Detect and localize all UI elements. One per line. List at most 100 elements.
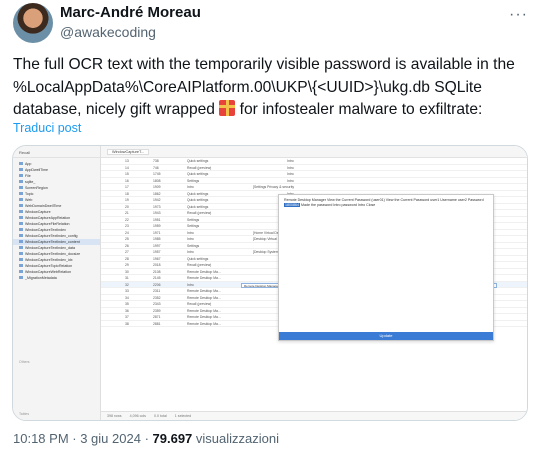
post-time[interactable]: 10:18 PM: [13, 431, 69, 446]
tab-windowcapture[interactable]: WindowCaptureT...: [107, 149, 150, 155]
table-icon: [19, 234, 23, 237]
table-cell: 26: [125, 243, 129, 248]
table-cell: 14: [125, 165, 129, 170]
table-cell: 2018: [153, 263, 161, 267]
popup-text: Remote Desktop Manager View the Current …: [284, 198, 484, 207]
table-icon: [19, 264, 23, 267]
table-icon: [19, 174, 23, 177]
main-tabs: WindowCaptureT...: [101, 146, 527, 158]
tweet-text: The full OCR text with the temporarily v…: [13, 54, 533, 122]
table-cell: 19: [125, 198, 129, 202]
table-cell: 33: [125, 289, 129, 293]
table-cell: 30: [125, 269, 129, 274]
table-cell: 2881: [153, 321, 161, 326]
translate-post-link[interactable]: Traduci post: [13, 121, 81, 135]
table-icon: [19, 228, 23, 231]
table-cell: 18: [125, 191, 129, 196]
table-cell: Quick settings: [187, 204, 209, 209]
table-cell: 2871: [153, 315, 161, 319]
table-cell: Recall (preview): [187, 165, 212, 170]
table-cell: Quick settings: [187, 159, 209, 163]
post-date[interactable]: 3 giu 2024: [80, 431, 141, 446]
table-cell: Quick settings: [187, 191, 209, 196]
table-cell: 746: [153, 165, 159, 170]
update-button[interactable]: Update: [279, 332, 493, 340]
table-cell: Intro: [187, 237, 194, 241]
status-item: 0.0 total: [153, 414, 167, 418]
wrapped-gift-icon: [219, 100, 236, 116]
table-cell: 38: [125, 321, 129, 326]
table-cell: Settings: [187, 217, 200, 222]
table-cell: Settings: [187, 243, 200, 248]
table-cell: 20: [125, 204, 129, 209]
table-cell: 23: [125, 224, 129, 228]
table-cell: 31: [125, 276, 129, 280]
table-cell: Remote Desktop Ma...: [187, 289, 221, 293]
table-icon: [19, 216, 23, 219]
table-cell: [Settings Privacy & security: [253, 185, 295, 189]
table-cell: 1973: [153, 204, 161, 209]
table-cell: Remote Desktop Ma...: [187, 276, 221, 280]
table-cell: 2352: [153, 295, 161, 300]
table-icon: [19, 276, 23, 279]
sidebar-others-label: Others: [19, 360, 30, 364]
table-icon: [19, 204, 23, 207]
status-item: 398 rows: [107, 414, 122, 418]
table-cell: 1985: [153, 237, 161, 241]
table-cell: Intro: [287, 165, 294, 170]
sidebar-footer: Tables: [19, 412, 30, 416]
table-cell: 13: [125, 159, 129, 163]
sidebar-table-item[interactable]: _MigrationMetadata: [19, 275, 100, 281]
table-cell: Quick settings: [187, 172, 209, 176]
table-cell: Remote Desktop Ma...: [187, 308, 221, 313]
table-cell: 2359: [153, 308, 161, 313]
table-cell: Intro: [287, 159, 294, 163]
table-cell: Intro: [187, 250, 194, 254]
status-bar: 398 rows 4,096 cols 0.0 total 1 selected: [101, 411, 527, 420]
app-title: Recall: [13, 146, 100, 158]
table-icon: [19, 222, 23, 225]
status-item: 1 selected: [174, 414, 192, 418]
table-cell: 15: [125, 172, 129, 176]
table-cell: 34: [125, 295, 129, 300]
table-icon: [19, 192, 23, 195]
attached-screenshot[interactable]: Recall App AppDwellTime File sqlite_ ScreenR…: [12, 145, 528, 421]
author-avatar[interactable]: [13, 3, 53, 43]
table-cell: 1745: [153, 172, 161, 176]
author-name[interactable]: Marc-André Moreau: [60, 4, 201, 21]
visible-password: 1800864: [284, 203, 300, 207]
table-cell: 1957: [153, 250, 161, 254]
table-cell: 2145: [153, 276, 161, 280]
table-cell: Recall (preview): [187, 263, 212, 267]
table-cell: 2206: [153, 282, 161, 287]
table-cell: 1951: [153, 217, 161, 222]
table-cell: Intro: [187, 282, 194, 287]
status-item: 4,096 cols: [129, 414, 146, 418]
table-cell: Intro: [287, 178, 294, 183]
table-cell: 17: [125, 185, 129, 189]
table-cell: 1808: [153, 178, 161, 183]
table-cell: 28: [125, 256, 129, 261]
table-cell: Intro: [187, 185, 194, 189]
table-cell: 21: [125, 211, 129, 215]
more-options-icon[interactable]: ···: [509, 6, 528, 24]
table-cell: 1909: [153, 185, 161, 189]
table-list: App AppDwellTime File sqlite_ ScreenRegion To…: [13, 158, 100, 281]
table-cell: 1967: [153, 256, 161, 261]
table-cell: 1942: [153, 198, 161, 202]
table-cell: Settings: [187, 224, 200, 228]
table-cell: Remote Desktop Ma...: [187, 315, 221, 319]
table-cell: Remote Desktop Ma...: [187, 295, 221, 300]
table-icon: [19, 258, 23, 261]
table-icon: [19, 270, 23, 273]
table-icon: [19, 186, 23, 189]
table-cell: 22: [125, 217, 129, 222]
tweet-line-3: database, nicely gift wrapped for infost…: [13, 100, 483, 118]
table-cell: 27: [125, 250, 129, 254]
table-icon: [19, 246, 23, 249]
table-cell: 1997: [153, 243, 161, 248]
author-handle[interactable]: @awakecoding: [60, 24, 156, 40]
table-icon: [19, 162, 23, 165]
table-cell: 1971: [153, 230, 161, 235]
table-icon: [19, 210, 23, 213]
